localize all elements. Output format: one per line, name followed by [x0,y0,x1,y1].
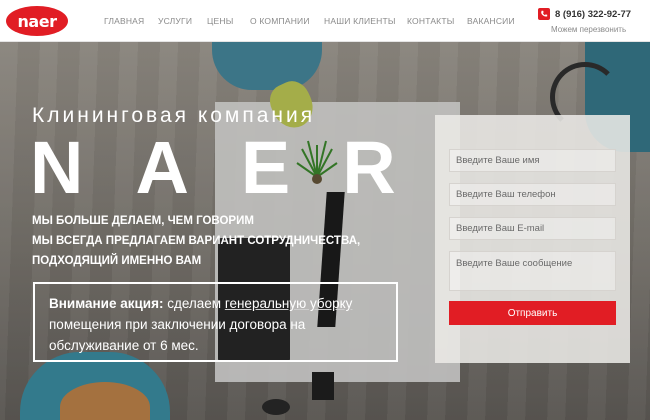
nav-item-services[interactable]: УСЛУГИ [158,16,192,26]
contact-form: Отправить [435,115,630,363]
promo-text: Внимание акция: сделаем генеральную убор… [49,293,382,356]
promo-label: Внимание акция: [49,296,164,311]
callback-link[interactable]: Можем перезвонить [551,25,626,34]
hero-title: Клининговая компания [32,104,316,127]
nav-item-clients[interactable]: НАШИ КЛИЕНТЫ [324,16,396,26]
phone-number[interactable]: 8 (916) 322-92-77 [555,9,631,20]
nav-item-vacancies[interactable]: ВАКАНСИИ [467,16,515,26]
promo-link[interactable]: генеральную уборку [225,296,353,311]
promo-text-part: помещения при заключении договора на обс… [49,317,306,353]
site-header: naer ГЛАВНАЯ УСЛУГИ ЦЕНЫ О КОМПАНИИ НАШИ… [0,0,650,42]
name-input[interactable] [449,149,616,172]
slogan-line: МЫ БОЛЬШЕ ДЕЛАЕМ, ЧЕМ ГОВОРИМ [32,215,254,227]
hero-brand: NAER [30,126,448,209]
hero-section: Клининговая компания NAER МЫ БОЛЬШЕ ДЕЛА… [0,42,650,420]
email-input[interactable] [449,217,616,240]
logo-text: naer [17,11,57,31]
promo-box: Внимание акция: сделаем генеральную убор… [33,282,398,362]
nav-item-about[interactable]: О КОМПАНИИ [250,16,310,26]
promo-text-part: сделаем [163,296,225,311]
nav-item-prices[interactable]: ЦЕНЫ [207,16,233,26]
slogan-line: ПОДХОДЯЩИЙ ИМЕННО ВАМ [32,255,202,267]
phone-input[interactable] [449,183,616,206]
logo[interactable]: naer [6,6,68,36]
phone-icon [538,8,550,20]
nav-item-home[interactable]: ГЛАВНАЯ [104,16,144,26]
message-input[interactable] [449,251,616,291]
submit-button[interactable]: Отправить [449,301,616,325]
nav-item-contacts[interactable]: КОНТАКТЫ [407,16,454,26]
slogan-line: МЫ ВСЕГДА ПРЕДЛАГАЕМ ВАРИАНТ СОТРУДНИЧЕС… [32,235,361,247]
